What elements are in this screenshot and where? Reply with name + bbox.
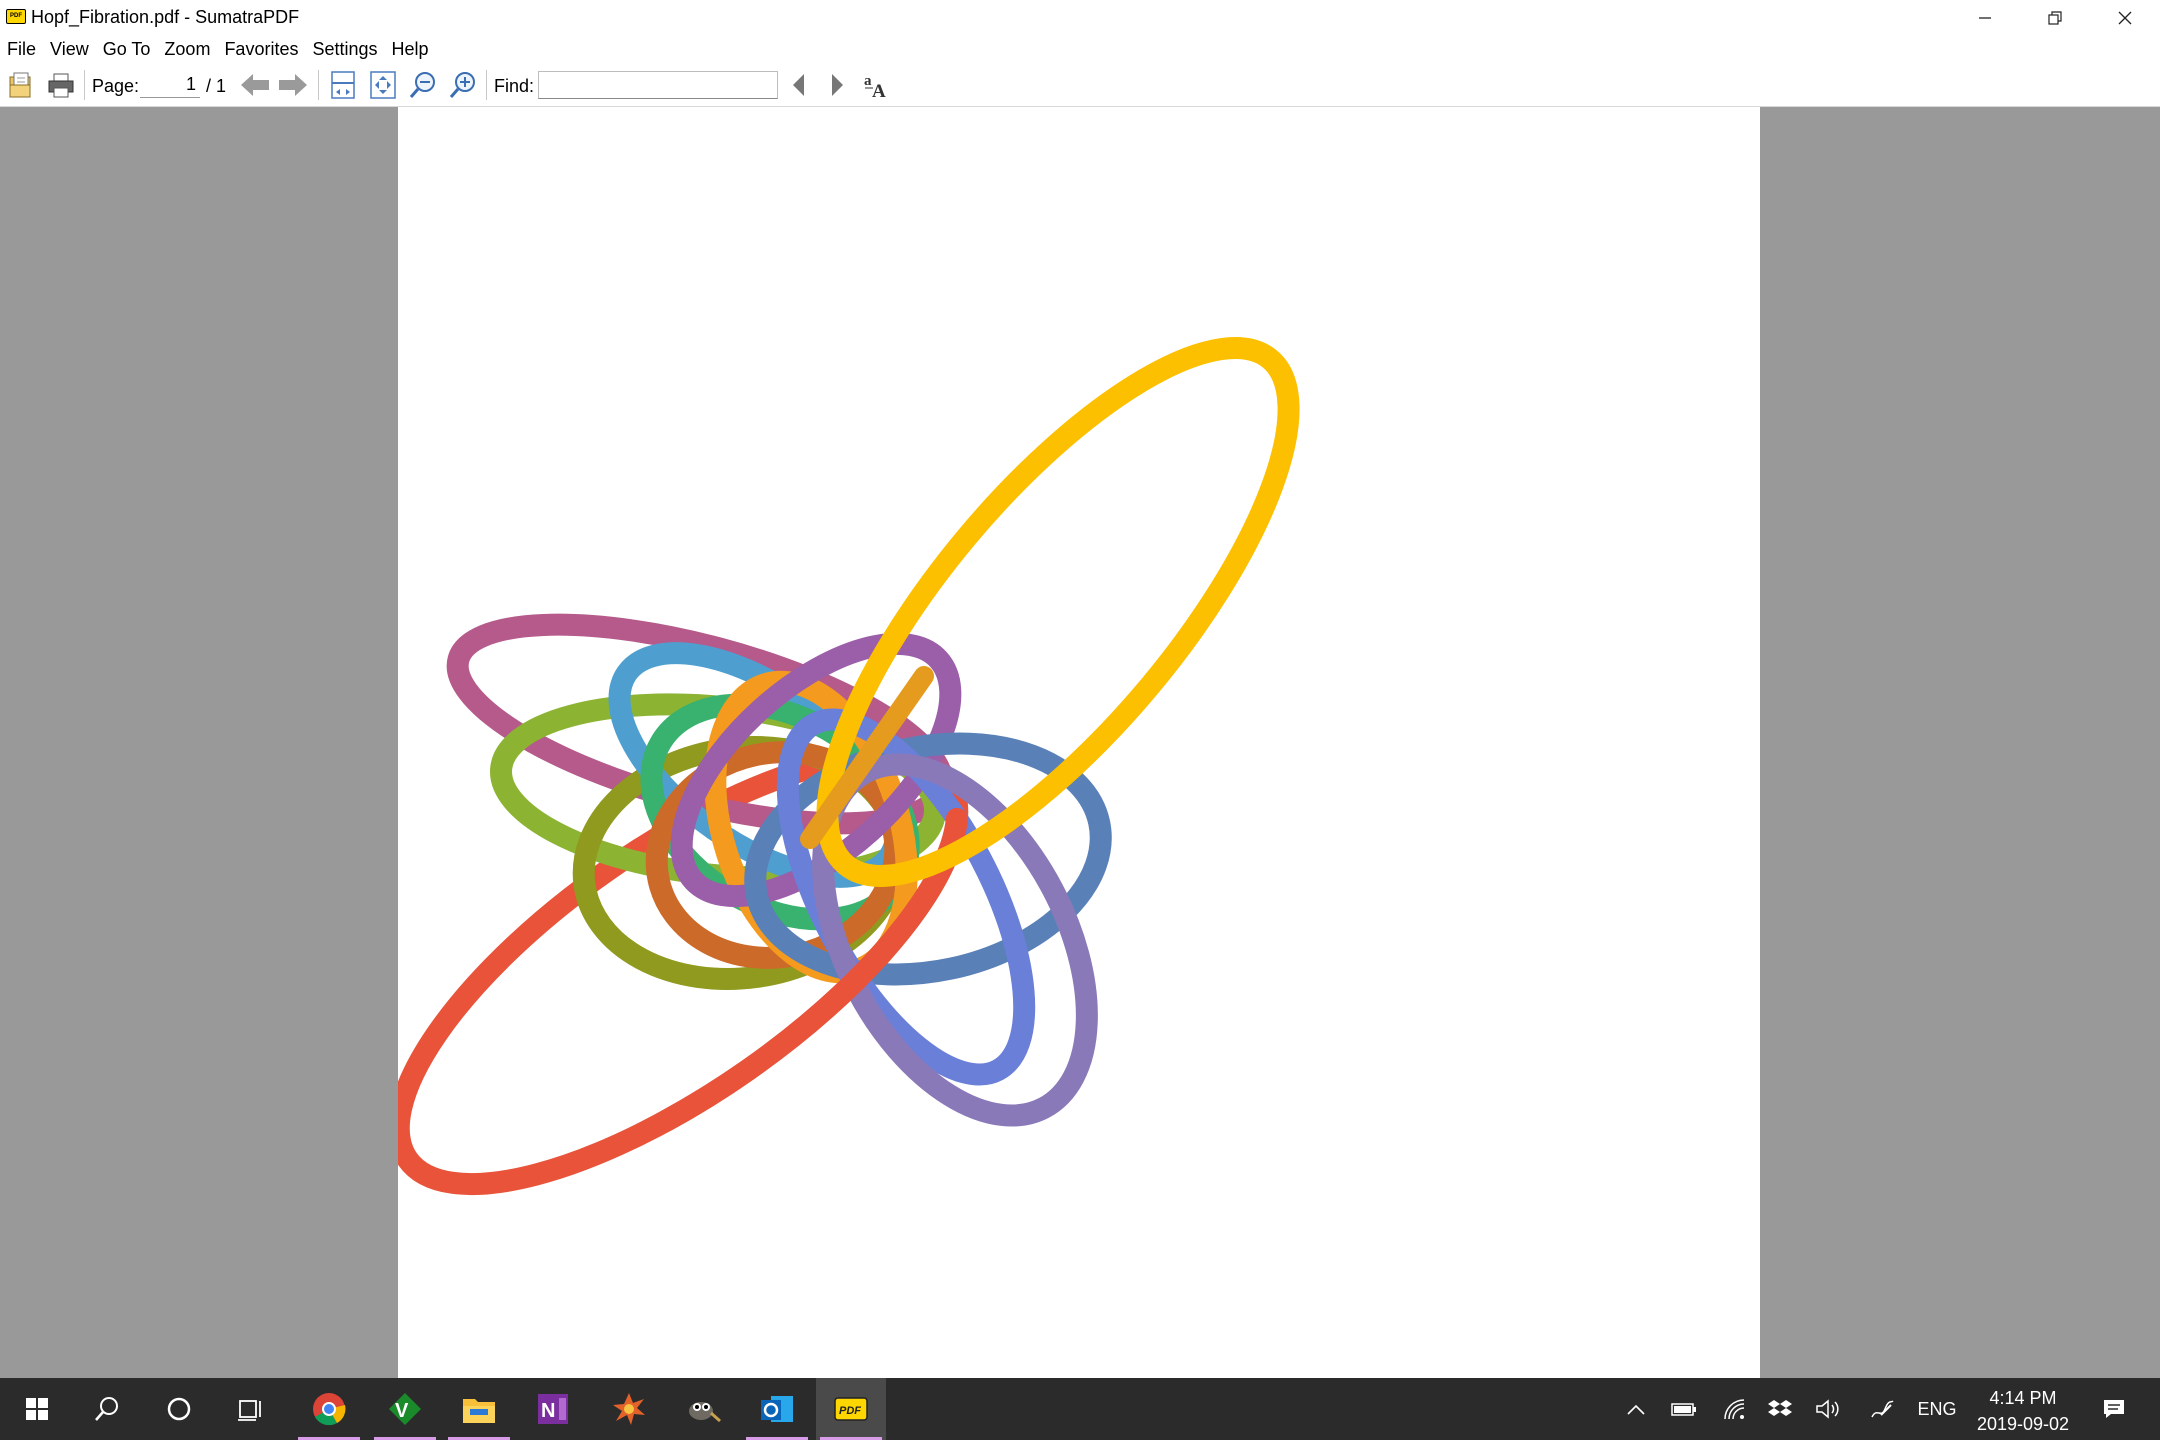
zoom-in-button[interactable] [446, 70, 480, 100]
pen-ink-icon [1871, 1400, 1894, 1418]
task-view-icon [238, 1400, 261, 1421]
fit-page-button[interactable] [326, 70, 360, 100]
taskbar-app-onenote[interactable]: N [518, 1378, 588, 1440]
taskbar-app-gvim[interactable]: V [370, 1378, 440, 1440]
zoom-in-icon [449, 72, 475, 98]
printer-icon [48, 73, 74, 98]
taskbar-app-burst[interactable] [594, 1378, 664, 1440]
menu-view[interactable]: View [43, 36, 96, 62]
clock-time: 4:14 PM [1989, 1388, 2057, 1408]
find-input[interactable] [538, 71, 778, 99]
menu-bar: File View Go To Zoom Favorites Settings … [0, 36, 2160, 62]
battery-icon [1671, 1403, 1696, 1416]
toolbar: Page: / 1 Find: [0, 62, 2160, 107]
fit-width-icon [370, 71, 396, 99]
taskbar-app-outlook[interactable] [742, 1378, 812, 1440]
dropbox-icon [1768, 1400, 1792, 1416]
fit-width-button[interactable] [366, 70, 400, 100]
title-bar: PDF Hopf_Fibration.pdf - SumatraPDF [0, 0, 2160, 36]
print-button[interactable] [44, 70, 78, 100]
windows-logo-icon [26, 1398, 48, 1420]
svg-text:N: N [541, 1400, 555, 1422]
triangle-left-icon [793, 74, 804, 96]
start-button[interactable] [2, 1378, 72, 1440]
next-page-button[interactable] [276, 70, 310, 100]
toolbar-separator [486, 70, 487, 100]
hopf-fibration-figure [398, 337, 1300, 1196]
page-total: / 1 [206, 76, 227, 96]
svg-text:V: V [395, 1400, 409, 1422]
outlook-icon [761, 1396, 793, 1422]
pdf-page [398, 107, 1760, 1378]
volume-tray-button[interactable] [1808, 1378, 1848, 1440]
clock-date: 2019-09-02 [1976, 1414, 2070, 1434]
menu-settings[interactable]: Settings [305, 36, 384, 62]
find-next-button[interactable] [820, 70, 854, 100]
find-previous-button[interactable] [782, 70, 816, 100]
previous-page-button[interactable] [238, 70, 272, 100]
restore-button[interactable] [2020, 0, 2090, 36]
dropbox-tray-button[interactable] [1760, 1378, 1800, 1440]
match-case-button[interactable]: a A [860, 70, 894, 100]
svg-text:A: A [872, 81, 886, 100]
menu-go-to[interactable]: Go To [96, 36, 158, 62]
taskbar-app-file-explorer[interactable] [444, 1378, 514, 1440]
taskbar-app-chrome[interactable] [294, 1378, 364, 1440]
chevron-up-icon [1627, 1404, 1645, 1415]
arrow-right-icon [279, 74, 307, 96]
pen-tray-button[interactable] [1862, 1378, 1902, 1440]
open-folder-icon [9, 72, 31, 98]
gimp-icon [689, 1402, 721, 1423]
starburst-app-icon [613, 1393, 645, 1425]
folder-icon [463, 1399, 495, 1423]
taskbar-app-sumatrapdf[interactable]: PDF [816, 1378, 886, 1440]
open-button[interactable] [4, 70, 38, 100]
toolbar-separator [84, 70, 85, 100]
action-center-button[interactable] [2090, 1378, 2138, 1440]
toolbar-separator [318, 70, 319, 100]
cortana-circle-icon [167, 1397, 191, 1421]
close-button[interactable] [2090, 0, 2160, 36]
chrome-icon [313, 1393, 346, 1426]
taskbar-app-gimp[interactable] [668, 1378, 738, 1440]
document-viewer[interactable] [0, 107, 2160, 1378]
notification-icon [2104, 1400, 2124, 1418]
zoom-out-icon [409, 72, 435, 98]
onenote-icon: N [538, 1394, 568, 1424]
triangle-right-icon [832, 74, 843, 96]
cortana-button[interactable] [144, 1378, 214, 1440]
window-title: Hopf_Fibration.pdf - SumatraPDF [31, 7, 300, 27]
taskbar: V N PDF ENG [0, 1378, 2160, 1440]
restore-icon [2048, 11, 2062, 25]
sumatrapdf-icon: PDF [834, 1397, 868, 1421]
wifi-icon [1724, 1399, 1745, 1420]
sumatra-app-icon: PDF [6, 9, 26, 24]
menu-favorites[interactable]: Favorites [217, 36, 305, 62]
menu-zoom[interactable]: Zoom [157, 36, 217, 62]
menu-help[interactable]: Help [385, 36, 436, 62]
minimize-button[interactable] [1950, 0, 2020, 36]
page-number-input[interactable] [140, 72, 200, 98]
battery-tray-button[interactable] [1664, 1378, 1704, 1440]
task-view-button[interactable] [216, 1378, 286, 1440]
arrow-left-icon [241, 74, 269, 96]
minimize-icon [1979, 17, 1991, 19]
search-icon [95, 1397, 118, 1421]
svg-text:a: a [864, 73, 872, 89]
search-button[interactable] [72, 1378, 142, 1440]
match-case-icon: a A [864, 73, 886, 100]
speaker-icon [1816, 1399, 1839, 1419]
input-language-indicator[interactable]: ENG [1912, 1378, 1962, 1440]
close-icon [2118, 11, 2132, 25]
network-tray-button[interactable] [1714, 1378, 1754, 1440]
page-label: Page: [92, 76, 140, 96]
vim-icon: V [389, 1393, 421, 1425]
fit-page-icon [331, 71, 355, 99]
show-hidden-icons-button[interactable] [1618, 1378, 1654, 1440]
find-label: Find: [494, 76, 535, 96]
zoom-out-button[interactable] [406, 70, 440, 100]
svg-text:PDF: PDF [839, 1405, 861, 1417]
menu-file[interactable]: File [0, 36, 43, 62]
